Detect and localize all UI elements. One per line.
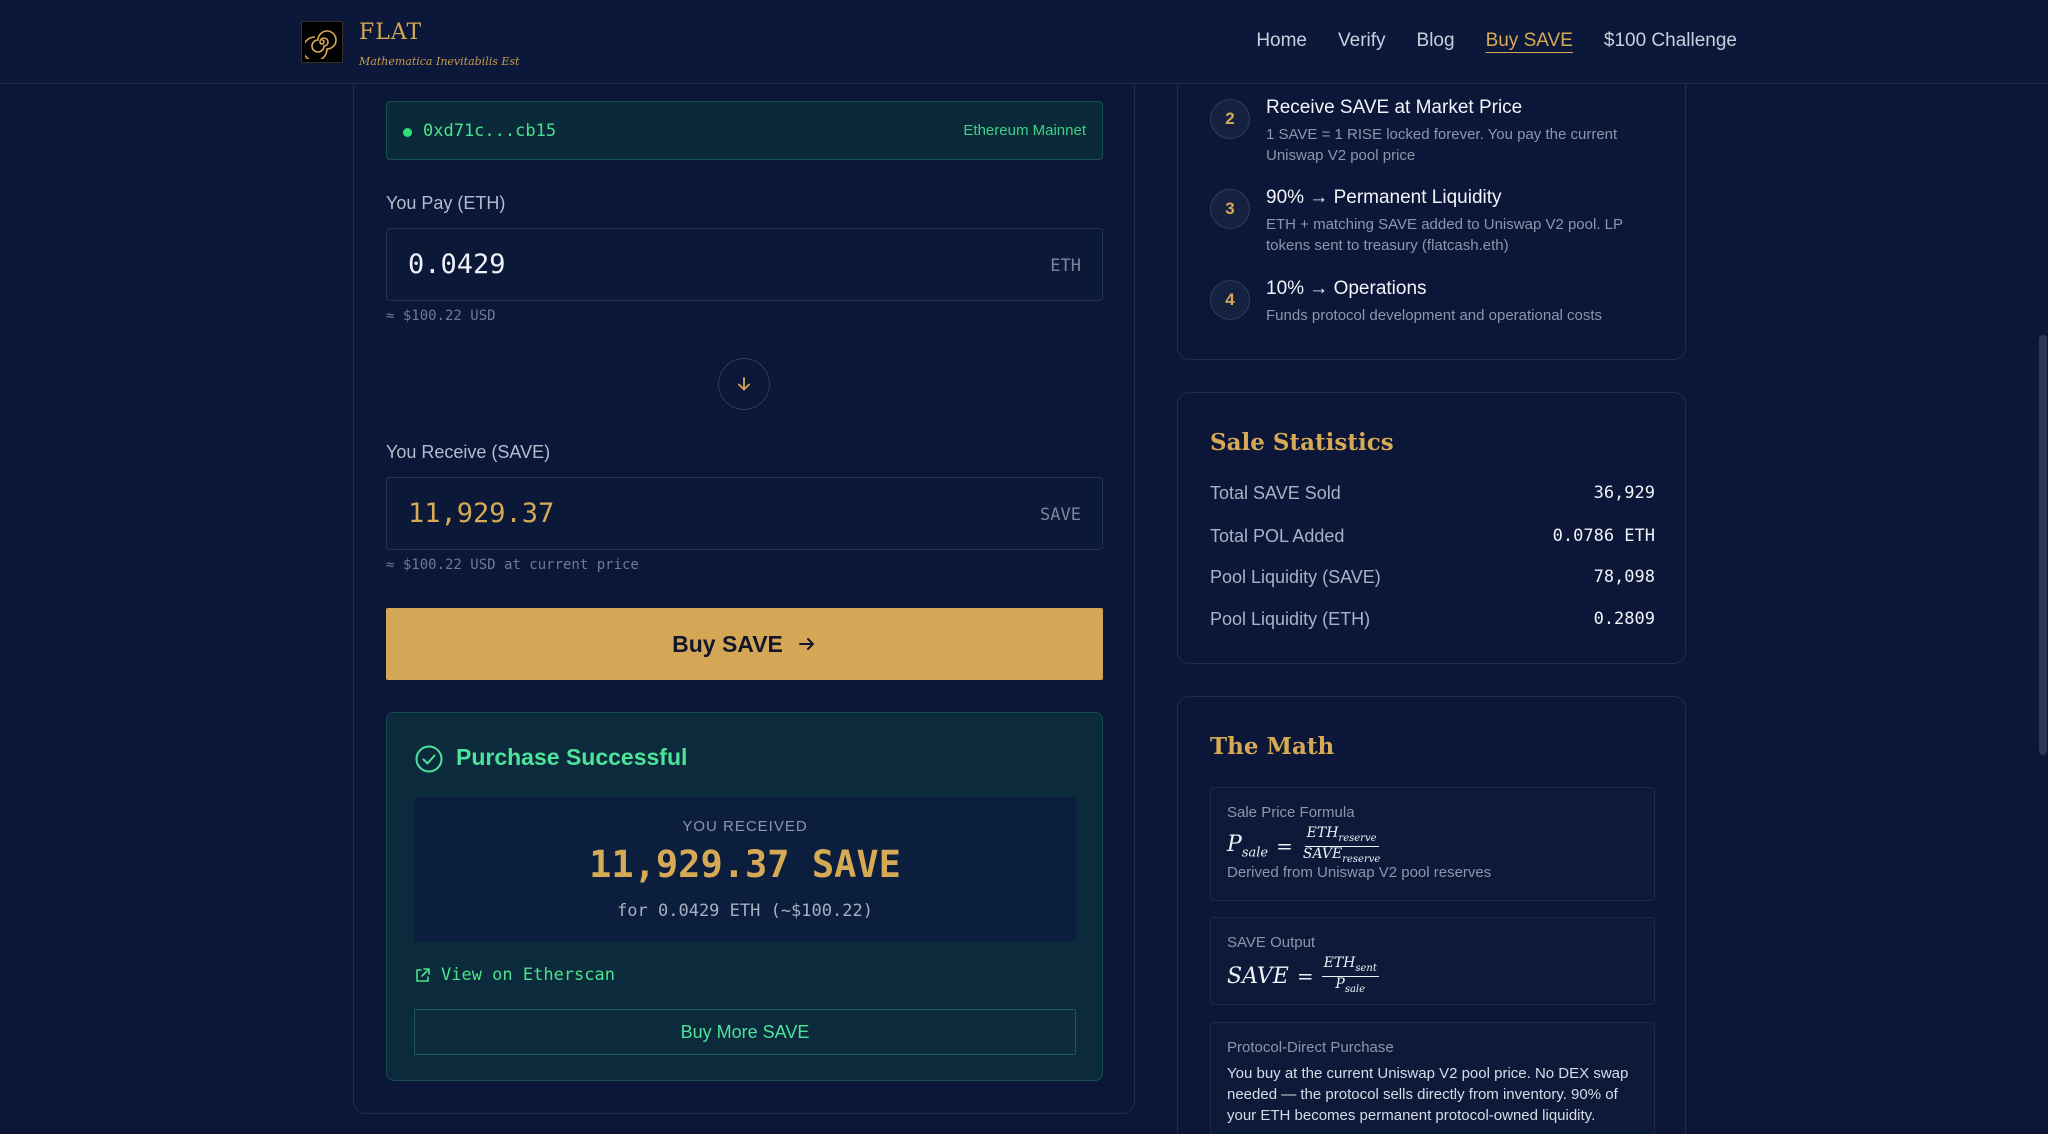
nav-home[interactable]: Home <box>1256 30 1307 52</box>
arrow-down-icon <box>738 377 750 391</box>
formula-label: Sale Price Formula <box>1227 804 1355 821</box>
logo[interactable] <box>301 21 343 63</box>
brand-name[interactable]: FLAT <box>359 20 422 45</box>
formula-label: SAVE Output <box>1227 934 1316 951</box>
stat-label: Total SAVE Sold <box>1210 483 1341 503</box>
sale-price-formula: Sale Price Formula Psale = ETHreserve SA… <box>1210 787 1655 901</box>
stat-row: Pool Liquidity (ETH) 0.2809 <box>1210 609 1655 630</box>
receive-label: You Receive (SAVE) <box>386 442 551 462</box>
buy-save-button[interactable]: Buy SAVE <box>386 608 1103 680</box>
stats-title: Sale Statistics <box>1210 429 1394 456</box>
received-amount: 11,929.37 SAVE <box>589 843 901 886</box>
step-number: 3 <box>1210 189 1250 229</box>
wallet-address: 0xd71c...cb15 <box>423 121 557 141</box>
receive-usd-hint: ≈ $100.22 USD at current price <box>386 557 639 573</box>
step-title: 10% → Operations <box>1266 278 1427 299</box>
pay-input[interactable]: 0.0429 ETH <box>386 228 1103 301</box>
stat-label: Total POL Added <box>1210 526 1345 546</box>
scrollbar-thumb[interactable] <box>2039 335 2047 755</box>
save-output-equation: SAVE = ETHsent Psale <box>1227 955 1379 995</box>
receive-unit: SAVE <box>1040 505 1081 525</box>
step-number: 2 <box>1210 99 1250 139</box>
purchase-success-card: Purchase Successful YOU RECEIVED 11,929.… <box>386 712 1103 1081</box>
nav-verify[interactable]: Verify <box>1338 30 1386 52</box>
view-on-etherscan-link[interactable]: View on Etherscan <box>414 965 615 985</box>
buy-more-save-button[interactable]: Buy More SAVE <box>414 1009 1076 1055</box>
formula-label: Protocol-Direct Purchase <box>1227 1039 1394 1056</box>
connected-dot-icon <box>403 128 412 137</box>
step-description: Funds protocol development and operation… <box>1266 307 1603 324</box>
received-summary: YOU RECEIVED 11,929.37 SAVE for 0.0429 E… <box>414 797 1076 942</box>
stat-value: 0.0786 ETH <box>1552 526 1655 546</box>
swap-direction-button[interactable] <box>718 358 770 410</box>
stat-label: Pool Liquidity (SAVE) <box>1210 567 1381 587</box>
wallet-status: 0xd71c...cb15 Ethereum Mainnet <box>386 101 1103 160</box>
network-label: Ethereum Mainnet <box>963 122 1086 139</box>
received-detail: for 0.0429 ETH (~$100.22) <box>617 901 873 921</box>
buy-save-label: Buy SAVE <box>672 630 783 657</box>
step-description: ETH + matching SAVE added to Uniswap V2 … <box>1266 216 1623 254</box>
math-card: The Math Sale Price Formula Psale = ETHr… <box>1177 696 1686 1134</box>
save-output-formula: SAVE Output SAVE = ETHsent Psale <box>1210 917 1655 1005</box>
pay-usd-hint: ≈ $100.22 USD <box>386 308 496 324</box>
scrollbar[interactable] <box>2038 0 2048 1134</box>
formula-note: Derived from Uniswap V2 pool reserves <box>1227 864 1492 881</box>
nav-blog[interactable]: Blog <box>1417 30 1455 52</box>
nav-buy-save[interactable]: Buy SAVE <box>1486 30 1573 52</box>
success-title: Purchase Successful <box>456 744 688 770</box>
receive-amount: 11,929.37 <box>408 498 555 529</box>
nav-100-challenge[interactable]: $100 Challenge <box>1604 30 1737 52</box>
stat-row: Total SAVE Sold 36,929 <box>1210 483 1655 504</box>
step-number: 4 <box>1210 280 1250 320</box>
pay-label: You Pay (ETH) <box>386 193 506 213</box>
sale-statistics-card: Sale Statistics Total SAVE Sold 36,929 T… <box>1177 392 1686 664</box>
protocol-direct-text: You buy at the current Uniswap V2 pool p… <box>1227 1065 1629 1124</box>
pay-amount[interactable]: 0.0429 <box>408 249 506 280</box>
external-link-icon <box>416 967 430 982</box>
receive-output: 11,929.37 SAVE <box>386 477 1103 550</box>
protocol-direct-purchase: Protocol-Direct Purchase You buy at the … <box>1210 1022 1655 1134</box>
top-navbar: FLAT Mathematica Inevitabilis Est Home V… <box>0 0 2048 84</box>
stat-label: Pool Liquidity (ETH) <box>1210 609 1371 629</box>
etherscan-label: View on Etherscan <box>441 965 615 985</box>
math-title: The Math <box>1210 733 1335 760</box>
stat-row: Total POL Added 0.0786 ETH <box>1210 526 1655 547</box>
spiral-logo-icon <box>305 30 337 59</box>
step-description: 1 SAVE = 1 RISE locked forever. You pay … <box>1266 126 1618 164</box>
sale-price-equation: Psale = ETHreserve SAVEreserve <box>1227 825 1381 865</box>
received-label: YOU RECEIVED <box>682 818 808 835</box>
stat-value: 78,098 <box>1593 567 1655 587</box>
step-title: Receive SAVE at Market Price <box>1266 97 1523 118</box>
arrow-right-icon <box>798 638 814 650</box>
pay-unit: ETH <box>1050 256 1081 276</box>
step-title: 90% → Permanent Liquidity <box>1266 187 1502 208</box>
stat-value: 36,929 <box>1593 483 1655 503</box>
stat-row: Pool Liquidity (SAVE) 78,098 <box>1210 567 1655 588</box>
check-circle-icon <box>415 745 443 773</box>
main-nav: Home Verify Blog Buy SAVE $100 Challenge <box>1256 30 1737 52</box>
stat-value: 0.2809 <box>1593 609 1655 629</box>
brand-tagline: Mathematica Inevitabilis Est <box>359 55 520 68</box>
